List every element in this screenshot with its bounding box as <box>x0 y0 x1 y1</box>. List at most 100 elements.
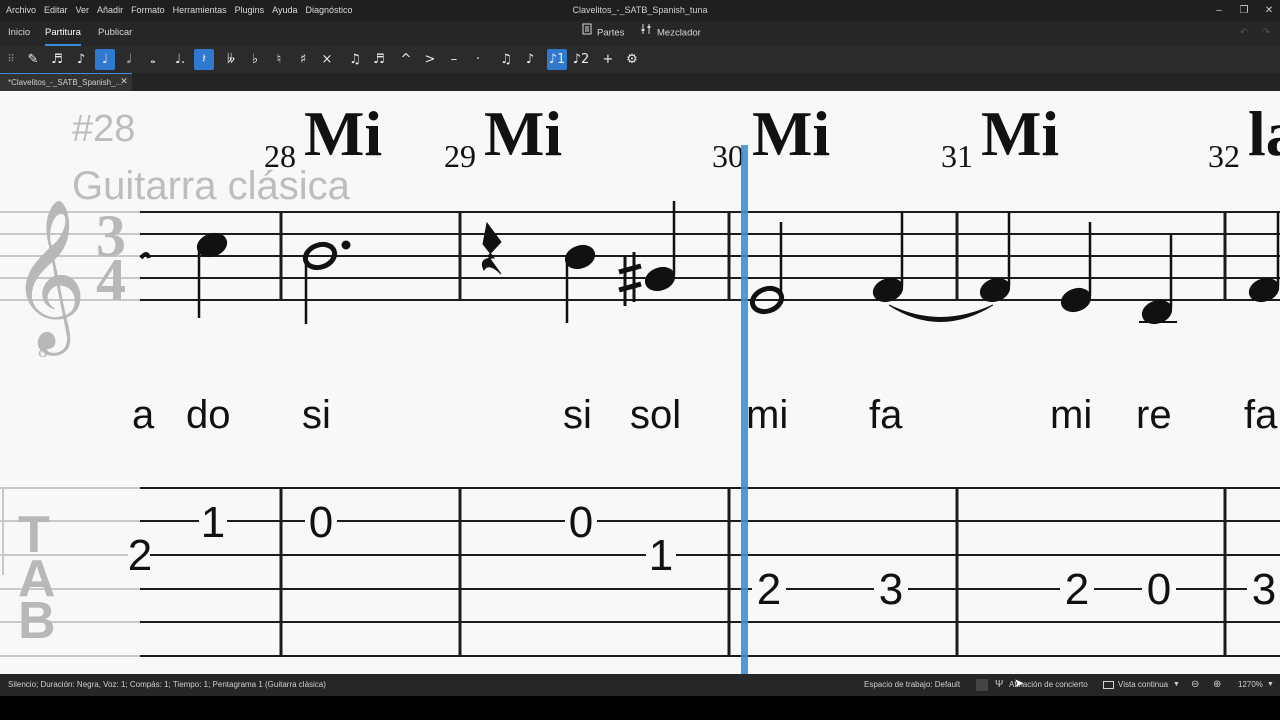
chord-symbol[interactable]: Mi <box>304 98 382 169</box>
chord-symbol[interactable]: Mi <box>752 98 830 169</box>
whole-note-icon[interactable]: 𝅝 <box>143 49 163 70</box>
menu-diagnostico[interactable]: Diagnóstico <box>302 0 357 21</box>
note-input-icon[interactable]: ✎ <box>23 49 43 70</box>
sixteenth-note-icon[interactable]: ♬ <box>47 49 67 70</box>
zoom-chevron-icon[interactable]: ▼ <box>1267 674 1274 696</box>
menu-plugins[interactable]: Plugins <box>231 0 269 21</box>
workspace-selector[interactable]: Espacio de trabajo: Default <box>864 674 960 696</box>
instrument-name[interactable]: Guitarra clásica <box>72 164 351 208</box>
chord-symbol[interactable]: Mi <box>981 98 1059 169</box>
document-tab[interactable]: *Clavelitos_-_SATB_Spanish_... <box>0 73 132 91</box>
fret-number[interactable]: 1 <box>649 531 673 580</box>
partial-note-head[interactable] <box>139 252 151 260</box>
zoom-out-icon[interactable]: ⊖ <box>1191 674 1199 696</box>
treble-clef-icon[interactable]: 𝄞 <box>10 201 87 356</box>
lyric-syllable[interactable]: si <box>563 393 592 437</box>
measure-number[interactable]: 29 <box>444 138 476 174</box>
menu-ayuda[interactable]: Ayuda <box>268 0 301 21</box>
quarter-note-icon[interactable]: ♩ <box>95 49 115 70</box>
voice-1-icon[interactable]: ♪1 <box>547 49 567 70</box>
measure-number[interactable]: 31 <box>941 138 973 174</box>
close-tab-icon[interactable]: ✕ <box>118 73 130 90</box>
zoom-level[interactable]: 1270% <box>1238 674 1263 696</box>
toolbar-grip-icon[interactable]: ⠿ <box>1 49 21 70</box>
tuplet-icon[interactable]: ♫ <box>496 49 516 70</box>
measure-number[interactable]: 32 <box>1208 138 1240 174</box>
tab-publicar[interactable]: Publicar <box>98 21 132 46</box>
lyric-syllable[interactable]: mi <box>1050 393 1092 437</box>
lyric-syllable[interactable]: a <box>132 393 155 437</box>
double-sharp-icon[interactable]: × <box>317 49 337 70</box>
fret-number[interactable]: 2 <box>128 531 152 580</box>
customize-icon[interactable]: ⚙ <box>622 49 642 70</box>
quarter-note-head[interactable] <box>1058 285 1094 316</box>
fret-number[interactable]: 3 <box>1252 565 1276 614</box>
tie-icon[interactable]: ♫ <box>345 49 365 70</box>
lyric-syllable[interactable]: mi <box>746 393 788 437</box>
measure-number[interactable]: 30 <box>712 138 744 174</box>
score-canvas[interactable]: #28 Guitarra clásica 𝄞 8 3 4 T A B 28 Mi… <box>0 91 1280 674</box>
undo-icon[interactable]: ↶ <box>1240 21 1248 46</box>
tenuto-icon[interactable]: – <box>444 49 464 70</box>
close-window-icon[interactable]: ✕ <box>1257 0 1280 21</box>
quarter-rest[interactable] <box>481 221 502 275</box>
menu-ver[interactable]: Ver <box>72 0 94 21</box>
menu-anadir[interactable]: Añadir <box>93 0 127 21</box>
fret-number[interactable]: 2 <box>757 565 781 614</box>
natural-icon[interactable]: ♮ <box>269 49 289 70</box>
rest-icon[interactable]: 𝄽 <box>194 49 214 70</box>
flat-icon[interactable]: ♭ <box>245 49 265 70</box>
lyric-syllable[interactable]: re <box>1136 393 1172 437</box>
time-sig-denominator[interactable]: 4 <box>96 247 126 313</box>
fret-number[interactable]: 0 <box>1147 565 1171 614</box>
chord-symbol[interactable]: Mi <box>484 98 562 169</box>
score-svg: #28 Guitarra clásica 𝄞 8 3 4 T A B 28 Mi… <box>0 98 1280 674</box>
menu-herramientas[interactable]: Herramientas <box>169 0 231 21</box>
menu-editar[interactable]: Editar <box>40 0 72 21</box>
lyric-syllable[interactable]: sol <box>630 393 681 437</box>
concert-pitch-toggle[interactable] <box>976 679 988 691</box>
sharp-icon[interactable]: ♯ <box>293 49 313 70</box>
double-flat-icon[interactable]: 𝄫 <box>221 49 241 70</box>
mixer-button[interactable]: Mezclador <box>640 21 701 46</box>
fret-number[interactable]: 0 <box>309 498 333 547</box>
parts-button[interactable]: Partes <box>582 21 624 46</box>
playback-cursor[interactable] <box>741 145 748 674</box>
lyric-syllable[interactable]: si <box>302 393 331 437</box>
marcato-icon[interactable]: ^ <box>396 49 416 70</box>
tie[interactable] <box>888 304 994 322</box>
eighth-note-icon[interactable]: ♪ <box>71 49 91 70</box>
voice-2-icon[interactable]: ♪2 <box>571 49 591 70</box>
tab-partitura[interactable]: Partitura <box>45 21 81 46</box>
measure-number[interactable]: 28 <box>264 138 296 174</box>
fret-number[interactable]: 1 <box>201 498 225 547</box>
menu-formato[interactable]: Formato <box>127 0 169 21</box>
fret-number[interactable]: 3 <box>879 565 903 614</box>
chevron-down-icon[interactable]: ▼ <box>1173 674 1180 696</box>
redo-icon[interactable]: ↷ <box>1262 21 1270 46</box>
accent-icon[interactable]: > <box>420 49 440 70</box>
fret-number[interactable]: 0 <box>569 498 593 547</box>
lyric-syllable[interactable]: fa <box>869 393 903 437</box>
fret-number[interactable]: 2 <box>1065 565 1089 614</box>
lyric-syllable[interactable]: fa <box>1244 393 1278 437</box>
minimize-icon[interactable]: – <box>1207 0 1231 21</box>
chord-symbol[interactable]: la <box>1248 98 1280 169</box>
restore-icon[interactable]: ❐ <box>1232 0 1256 21</box>
slur-icon[interactable]: ♬ <box>369 49 389 70</box>
flip-direction-icon[interactable]: ♪ <box>520 49 540 70</box>
menu-archivo[interactable]: Archivo <box>2 0 40 21</box>
quarter-note-head[interactable] <box>642 264 678 295</box>
rehearsal-mark[interactable]: #28 <box>72 108 135 150</box>
note-input-toolbar: ⠿ ✎ ♬ ♪ ♩ 𝅗𝅥 𝅝 ♩. 𝄽 𝄫 ♭ ♮ ♯ × ♫ ♬ ^ > – · ♫ ♪ ♪1 ♪2 + ⚙ <box>0 46 1280 73</box>
augmentation-dot-icon[interactable]: ♩. <box>170 49 190 70</box>
half-note-icon[interactable]: 𝅗𝅥 <box>119 49 139 70</box>
view-mode-select[interactable]: Vista continua <box>1118 674 1168 696</box>
view-mode-icon <box>1103 681 1114 689</box>
add-icon[interactable]: + <box>598 49 618 70</box>
tab-inicio[interactable]: Inicio <box>8 21 30 46</box>
staccato-icon[interactable]: · <box>468 49 488 70</box>
lyric-syllable[interactable]: do <box>186 393 231 437</box>
mixer-label: Mezclador <box>657 27 701 39</box>
zoom-in-icon[interactable]: ⊕ <box>1213 674 1221 696</box>
